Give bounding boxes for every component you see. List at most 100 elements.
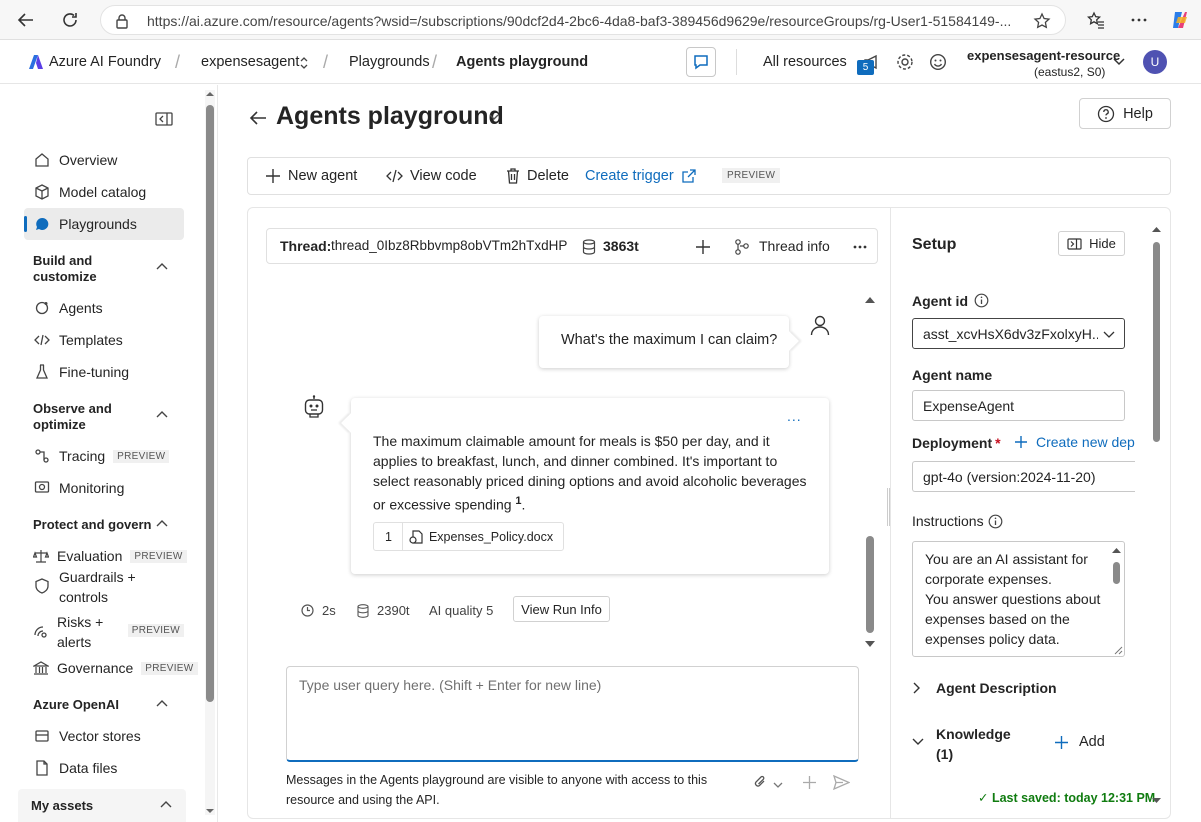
- add-label: Add: [1079, 734, 1105, 750]
- attach-paperclip-icon[interactable]: [753, 774, 767, 790]
- sidebar-item-governance[interactable]: Governance PREVIEW: [24, 652, 198, 684]
- address-bar[interactable]: https://ai.azure.com/resource/agents?wsi…: [100, 5, 1066, 35]
- sidebar-item-tracing[interactable]: Tracing PREVIEW: [24, 440, 184, 472]
- tracing-icon: [33, 447, 51, 465]
- instructions-scroll-thumb[interactable]: [1113, 562, 1120, 584]
- more-options-icon[interactable]: [852, 239, 868, 255]
- resource-name[interactable]: expensesagent-resource: [967, 48, 1120, 63]
- sidebar-item-risks-alerts[interactable]: Risks + alerts PREVIEW: [24, 612, 184, 652]
- favorites-icon[interactable]: [1084, 8, 1108, 32]
- refresh-icon[interactable]: [58, 8, 82, 32]
- view-run-info-button[interactable]: View Run Info: [513, 596, 610, 622]
- sidebar-item-overview[interactable]: Overview: [24, 144, 184, 176]
- agent-name-input[interactable]: ExpenseAgent: [912, 390, 1125, 421]
- section-observe-optimize[interactable]: Observe and optimize: [33, 401, 143, 433]
- feedback-smiley-icon[interactable]: [929, 53, 947, 71]
- breadcrumb-playgrounds[interactable]: Playgrounds: [349, 54, 430, 70]
- chevron-up-icon[interactable]: [159, 798, 173, 812]
- scroll-down-arrow-icon[interactable]: [865, 640, 875, 648]
- knowledge-expander[interactable]: Knowledge (1): [912, 724, 1016, 764]
- add-plus-icon[interactable]: [802, 775, 817, 790]
- sidebar-item-vector-stores[interactable]: Vector stores: [24, 720, 184, 752]
- favorite-star-icon[interactable]: [1033, 12, 1051, 30]
- preview-badge: PREVIEW: [722, 168, 781, 183]
- collapse-sidebar-icon[interactable]: [155, 112, 173, 126]
- setup-scrollbar[interactable]: [1152, 226, 1161, 804]
- clock-icon: [301, 604, 314, 617]
- new-agent-button[interactable]: New agent: [265, 168, 357, 184]
- chevron-down-icon[interactable]: [489, 113, 499, 121]
- chat-scrollbar[interactable]: [865, 296, 875, 648]
- lock-icon: [115, 13, 129, 29]
- section-azure-openai[interactable]: Azure OpenAI: [33, 697, 119, 713]
- sidebar-item-label: Vector stores: [59, 728, 141, 744]
- sidebar-item-agents[interactable]: Agents: [24, 292, 184, 324]
- message-more-button[interactable]: ...: [787, 408, 802, 424]
- sidebar-scroll-thumb[interactable]: [206, 105, 214, 702]
- citation-chip[interactable]: 1 Expenses_Policy.docx: [373, 522, 565, 551]
- chevron-up-icon[interactable]: [155, 408, 169, 422]
- sidebar-item-fine-tuning[interactable]: Fine-tuning: [24, 356, 184, 388]
- deployment-dropdown[interactable]: gpt-4o (version:2024-11-20): [912, 461, 1135, 492]
- chat-scroll-thumb[interactable]: [866, 536, 874, 633]
- back-arrow-icon[interactable]: [14, 8, 38, 32]
- thread-info-button[interactable]: Thread info: [759, 238, 830, 254]
- chevron-up-icon[interactable]: [155, 260, 169, 274]
- setup-scroll-thumb[interactable]: [1153, 242, 1160, 442]
- create-trigger-label: Create trigger: [585, 168, 674, 184]
- scroll-up-arrow-icon[interactable]: [206, 90, 214, 98]
- thread-info-icon[interactable]: [734, 238, 750, 256]
- help-button[interactable]: Help: [1079, 98, 1171, 129]
- chat-assistant-icon[interactable]: [686, 47, 716, 77]
- create-new-deployment-link[interactable]: Create new dep: [1014, 434, 1162, 450]
- back-arrow-icon[interactable]: [249, 110, 267, 126]
- add-knowledge-button[interactable]: Add: [1054, 734, 1105, 750]
- chevron-down-icon[interactable]: [773, 781, 783, 789]
- agent-id-dropdown[interactable]: asst_xcvHsX6dv3zFxolxyH...: [912, 318, 1125, 349]
- last-saved-status: ✓ Last saved: today 12:31 PM: [978, 791, 1156, 805]
- scroll-up-arrow-icon[interactable]: [1152, 226, 1161, 233]
- info-icon[interactable]: [988, 514, 1003, 529]
- chevron-updown-icon[interactable]: [298, 56, 310, 70]
- new-thread-plus-icon[interactable]: [695, 239, 711, 255]
- agent-description-expander[interactable]: Agent Description: [912, 680, 1057, 696]
- avatar[interactable]: U: [1143, 50, 1167, 74]
- send-icon[interactable]: [833, 775, 850, 790]
- my-assets-section[interactable]: My assets: [18, 789, 186, 822]
- sidebar-scrollbar[interactable]: [205, 90, 215, 815]
- sidebar-item-data-files[interactable]: Data files: [24, 752, 184, 784]
- sidebar-item-guardrails[interactable]: Guardrails + controls: [24, 567, 184, 607]
- info-icon[interactable]: [974, 293, 989, 308]
- copilot-icon[interactable]: [1168, 8, 1192, 32]
- section-protect-govern[interactable]: Protect and govern: [33, 517, 151, 533]
- sidebar-item-playgrounds[interactable]: Playgrounds: [24, 208, 184, 240]
- project-selector[interactable]: expensesagent: [201, 54, 299, 70]
- scroll-down-arrow-icon[interactable]: [1152, 797, 1161, 804]
- scroll-up-arrow-icon[interactable]: [865, 296, 875, 304]
- azure-logo-icon: [28, 54, 44, 70]
- create-trigger-link[interactable]: Create trigger: [585, 168, 696, 184]
- chevron-down-icon[interactable]: [1112, 56, 1126, 68]
- scroll-up-arrow-icon[interactable]: [1112, 547, 1121, 554]
- settings-gear-icon[interactable]: [896, 53, 914, 71]
- sidebar-item-model-catalog[interactable]: Model catalog: [24, 176, 184, 208]
- resize-grip-icon[interactable]: [1114, 646, 1123, 655]
- instructions-scrollbar[interactable]: [1112, 547, 1121, 647]
- query-input[interactable]: Type user query here. (Shift + Enter for…: [286, 666, 859, 762]
- browser-menu-icon[interactable]: [1127, 8, 1151, 32]
- view-code-button[interactable]: View code: [386, 168, 477, 184]
- scroll-down-arrow-icon[interactable]: [206, 807, 214, 815]
- chevron-up-icon[interactable]: [155, 697, 169, 711]
- app-name[interactable]: Azure AI Foundry: [49, 54, 161, 70]
- assistant-message: ... The maximum claimable amount for mea…: [351, 398, 829, 574]
- all-resources-link[interactable]: All resources: [763, 54, 847, 70]
- my-assets-label: My assets: [31, 798, 94, 813]
- chevron-up-icon[interactable]: [155, 517, 169, 531]
- sidebar-item-monitoring[interactable]: Monitoring: [24, 472, 184, 504]
- agent-id-label: Agent id: [912, 293, 968, 309]
- section-build-customize[interactable]: Build and customize: [33, 253, 143, 285]
- hide-panel-button[interactable]: Hide: [1058, 231, 1125, 256]
- sidebar-item-templates[interactable]: Templates: [24, 324, 184, 356]
- delete-button[interactable]: Delete: [506, 168, 569, 184]
- instructions-textarea[interactable]: You are an AI assistant for corporate ex…: [912, 541, 1125, 657]
